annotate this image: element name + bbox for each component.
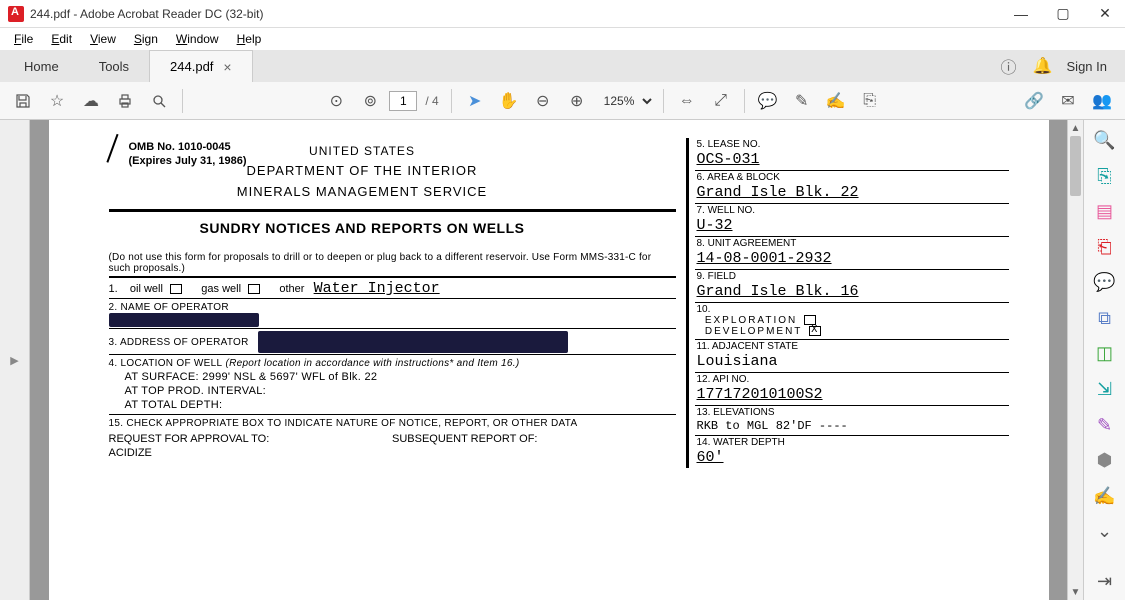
- hand-icon[interactable]: ✋: [494, 86, 524, 116]
- app-icon: [8, 6, 24, 22]
- people-icon[interactable]: 👥: [1087, 86, 1117, 116]
- rail-compress-icon[interactable]: ⇲: [1093, 379, 1117, 401]
- sign-in-link[interactable]: Sign In: [1067, 59, 1107, 74]
- row-2: 2. NAME OF OPERATOR: [109, 298, 676, 328]
- page-total: / 4: [425, 94, 438, 108]
- scrollbar-thumb[interactable]: [1070, 136, 1081, 196]
- rail-combine-icon[interactable]: ⧉: [1093, 308, 1117, 330]
- zoom-in-icon[interactable]: ⊕: [562, 86, 592, 116]
- zoom-select[interactable]: 125%: [596, 91, 655, 111]
- rail-organize-icon[interactable]: ◫: [1093, 343, 1117, 365]
- row-4: 4. LOCATION OF WELL (Report location in …: [109, 354, 676, 414]
- stamp-icon[interactable]: ⎘: [855, 86, 885, 116]
- link-icon[interactable]: 🔗: [1019, 86, 1049, 116]
- menu-file[interactable]: File: [6, 30, 41, 48]
- page-down-icon[interactable]: ⊚: [355, 86, 385, 116]
- star-icon[interactable]: ☆: [42, 86, 72, 116]
- rail-fill-icon[interactable]: ✎: [1093, 414, 1117, 436]
- email-icon[interactable]: ✉: [1053, 86, 1083, 116]
- field-elev: 13. ELEVATIONSRKB to MGL 82'DF ----: [695, 406, 1009, 436]
- bell-icon[interactable]: 🔔: [1033, 56, 1053, 76]
- scroll-down-icon[interactable]: ▼: [1068, 584, 1083, 600]
- document-area[interactable]: OMB No. 1010-0045 (Expires July 31, 1986…: [30, 120, 1067, 600]
- row-1: 1. oil well gas well other Water Injecto…: [109, 276, 676, 298]
- page-up-icon[interactable]: ⊙: [321, 86, 351, 116]
- vertical-scrollbar[interactable]: ▲ ▼: [1067, 120, 1083, 600]
- field-well: 7. WELL NO.U-32: [695, 204, 1009, 237]
- field-depth: 14. WATER DEPTH60': [695, 436, 1009, 468]
- menu-view[interactable]: View: [82, 30, 124, 48]
- tab-label: 244.pdf: [170, 59, 213, 74]
- save-icon[interactable]: [8, 86, 38, 116]
- form-title: SUNDRY NOTICES AND REPORTS ON WELLS: [49, 220, 676, 236]
- field-api: 12. API NO.177172010100S2: [695, 373, 1009, 406]
- field-field: 9. FIELDGrand Isle Blk. 16: [695, 270, 1009, 303]
- tabbar: Home Tools 244.pdf × ⓘ 🔔 Sign In: [0, 50, 1125, 82]
- sign-icon[interactable]: ✍: [821, 86, 851, 116]
- field-exploration: 10. EXPLORATION DEVELOPMENT X: [695, 303, 1009, 340]
- window-title: 244.pdf - Adobe Acrobat Reader DC (32-bi…: [30, 7, 1009, 21]
- rail-collapse-icon[interactable]: ⇥: [1093, 570, 1117, 592]
- left-rail-toggle[interactable]: ▶: [10, 354, 18, 367]
- field-unit: 8. UNIT AGREEMENT14-08-0001-2932: [695, 237, 1009, 270]
- rail-comment-icon[interactable]: 💬: [1093, 272, 1117, 294]
- zoom-out-icon[interactable]: ⊖: [528, 86, 558, 116]
- close-button[interactable]: ✕: [1093, 2, 1117, 26]
- rail-edit-icon[interactable]: ▤: [1093, 201, 1117, 223]
- toolbar: ☆ ☁ ⊙ ⊚ / 4 ➤ ✋ ⊖ ⊕ 125% ⇔ ⤢ 💬 ✎ ✍ ⎘ 🔗 ✉…: [0, 82, 1125, 120]
- tab-home[interactable]: Home: [4, 50, 79, 82]
- rail-export-icon[interactable]: ⎘: [1093, 166, 1117, 188]
- pointer-icon[interactable]: ➤: [460, 86, 490, 116]
- cloud-icon[interactable]: ☁: [76, 86, 106, 116]
- menubar: File Edit View Sign Window Help: [0, 28, 1125, 50]
- left-rail: ▶: [0, 120, 30, 600]
- right-rail: 🔍 ⎘ ▤ ⎗ 💬 ⧉ ◫ ⇲ ✎ ⬢ ✍ ⌄ ⇥: [1083, 120, 1125, 600]
- form-note: (Do not use this form for proposals to d…: [109, 252, 676, 274]
- highlight-icon[interactable]: ✎: [787, 86, 817, 116]
- menu-sign[interactable]: Sign: [126, 30, 166, 48]
- field-lease: 5. LEASE NO.OCS-031: [695, 138, 1009, 171]
- comment-icon[interactable]: 💬: [753, 86, 783, 116]
- print-icon[interactable]: [110, 86, 140, 116]
- scroll-up-icon[interactable]: ▲: [1068, 120, 1083, 136]
- rail-protect-icon[interactable]: ⬢: [1093, 450, 1117, 472]
- tab-tools[interactable]: Tools: [79, 50, 149, 82]
- page-number-input[interactable]: [389, 91, 417, 111]
- rail-search-icon[interactable]: 🔍: [1093, 130, 1117, 152]
- row-15: 15. CHECK APPROPRIATE BOX TO INDICATE NA…: [109, 414, 676, 460]
- titlebar: 244.pdf - Adobe Acrobat Reader DC (32-bi…: [0, 0, 1125, 28]
- fit-width-icon[interactable]: ⇔: [672, 86, 702, 116]
- rail-more-icon[interactable]: ⌄: [1093, 521, 1117, 543]
- rail-sign-icon[interactable]: ✍: [1093, 485, 1117, 507]
- menu-help[interactable]: Help: [229, 30, 270, 48]
- fit-page-icon[interactable]: ⤢: [706, 86, 736, 116]
- rail-create-icon[interactable]: ⎗: [1093, 237, 1117, 259]
- help-icon[interactable]: ⓘ: [999, 56, 1019, 76]
- pdf-page: OMB No. 1010-0045 (Expires July 31, 1986…: [49, 120, 1049, 600]
- field-state: 11. ADJACENT STATELouisiana: [695, 340, 1009, 373]
- omb-block: OMB No. 1010-0045 (Expires July 31, 1986…: [129, 140, 247, 169]
- header-line3: MINERALS MANAGEMENT SERVICE: [49, 182, 676, 203]
- row-3: 3. ADDRESS OF OPERATOR: [109, 328, 676, 354]
- maximize-button[interactable]: ▢: [1051, 2, 1075, 26]
- menu-edit[interactable]: Edit: [43, 30, 80, 48]
- tab-close-icon[interactable]: ×: [223, 59, 231, 75]
- search-icon[interactable]: [144, 86, 174, 116]
- minimize-button[interactable]: —: [1009, 2, 1033, 26]
- menu-window[interactable]: Window: [168, 30, 227, 48]
- field-area: 6. AREA & BLOCKGrand Isle Blk. 22: [695, 171, 1009, 204]
- tab-document[interactable]: 244.pdf ×: [149, 50, 253, 82]
